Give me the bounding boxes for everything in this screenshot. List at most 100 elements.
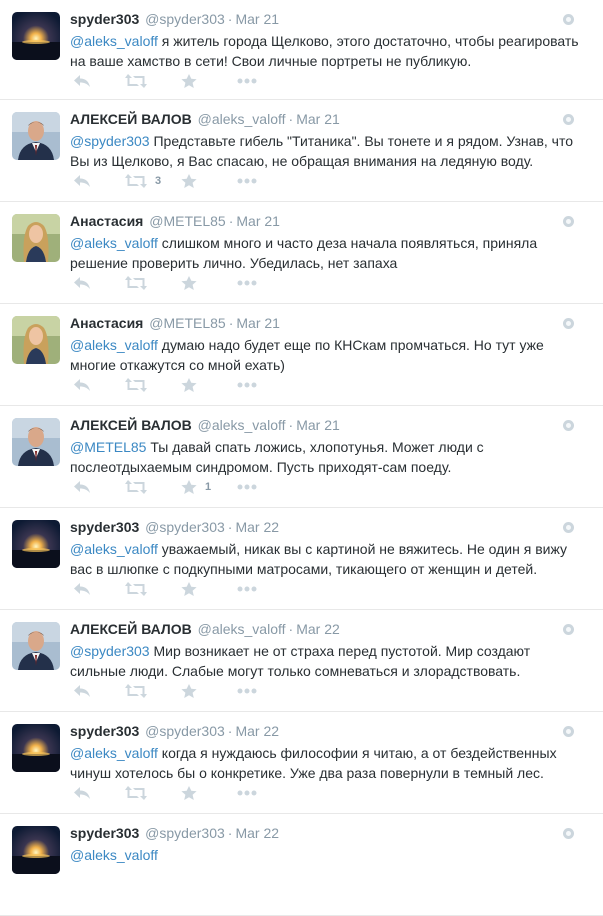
favorite-button[interactable] bbox=[181, 581, 237, 597]
author-handle[interactable]: @METEL85 bbox=[149, 315, 225, 331]
sunset-avatar[interactable] bbox=[12, 724, 60, 772]
favorite-button[interactable] bbox=[181, 377, 237, 393]
retweet-icon bbox=[125, 174, 147, 188]
timestamp[interactable]: Mar 21 bbox=[296, 111, 340, 127]
timestamp[interactable]: Mar 21 bbox=[235, 11, 279, 27]
more-options-icon[interactable] bbox=[563, 216, 574, 227]
more-button[interactable] bbox=[237, 790, 257, 796]
favorite-button[interactable]: 1 bbox=[181, 479, 237, 495]
reply-button[interactable] bbox=[73, 174, 125, 188]
more-button[interactable] bbox=[237, 382, 257, 388]
more-options-icon[interactable] bbox=[563, 318, 574, 329]
man-suit-avatar[interactable] bbox=[12, 112, 60, 160]
mention-link[interactable]: @spyder303 bbox=[70, 643, 150, 659]
more-options-icon[interactable] bbox=[563, 522, 574, 533]
mention-link[interactable]: @aleks_valoff bbox=[70, 33, 158, 49]
mention-link[interactable]: @spyder303 bbox=[70, 133, 150, 149]
woman-avatar[interactable] bbox=[12, 316, 60, 364]
separator: · bbox=[228, 213, 234, 229]
reply-button[interactable] bbox=[73, 582, 125, 596]
author-handle[interactable]: @spyder303 bbox=[145, 519, 225, 535]
reply-button[interactable] bbox=[73, 684, 125, 698]
ellipsis-icon bbox=[237, 484, 257, 490]
more-button[interactable] bbox=[237, 280, 257, 286]
sunset-avatar[interactable] bbox=[12, 520, 60, 568]
author-name[interactable]: АЛЕКСЕЙ ВАЛОВ bbox=[70, 417, 192, 433]
retweet-button[interactable] bbox=[125, 480, 181, 494]
timestamp[interactable]: Mar 22 bbox=[235, 825, 279, 841]
more-button[interactable] bbox=[237, 586, 257, 592]
more-button[interactable] bbox=[237, 688, 257, 694]
more-options-icon[interactable] bbox=[563, 828, 574, 839]
favorite-button[interactable] bbox=[181, 785, 237, 801]
star-icon bbox=[181, 683, 197, 698]
retweet-button[interactable] bbox=[125, 786, 181, 800]
retweet-button[interactable] bbox=[125, 378, 181, 392]
mention-link[interactable]: @METEL85 bbox=[70, 439, 146, 455]
mention-link[interactable]: @aleks_valoff bbox=[70, 847, 158, 863]
author-name[interactable]: АЛЕКСЕЙ ВАЛОВ bbox=[70, 111, 192, 127]
retweet-button[interactable] bbox=[125, 276, 181, 290]
tweet-header: spyder303 @spyder303 · Mar 22 bbox=[70, 519, 563, 536]
more-options-icon[interactable] bbox=[563, 420, 574, 431]
reply-icon bbox=[74, 379, 90, 391]
star-icon bbox=[181, 785, 197, 800]
man-suit-avatar[interactable] bbox=[12, 418, 60, 466]
more-options-icon[interactable] bbox=[563, 14, 574, 25]
tweet-text: @aleks_valoff bbox=[70, 845, 589, 865]
favorite-button[interactable] bbox=[181, 275, 237, 291]
retweet-button[interactable]: 3 bbox=[125, 174, 181, 188]
reply-button[interactable] bbox=[73, 74, 125, 88]
author-handle[interactable]: @aleks_valoff bbox=[198, 621, 286, 637]
retweet-button[interactable] bbox=[125, 582, 181, 596]
sunset-avatar[interactable] bbox=[12, 826, 60, 874]
author-handle[interactable]: @METEL85 bbox=[149, 213, 225, 229]
separator: · bbox=[227, 723, 233, 739]
tweet-actions bbox=[73, 683, 257, 699]
author-name[interactable]: spyder303 bbox=[70, 11, 139, 27]
author-name[interactable]: Анастасия bbox=[70, 315, 143, 331]
reply-button[interactable] bbox=[73, 378, 125, 392]
reply-button[interactable] bbox=[73, 276, 125, 290]
tweet-text: @aleks_valoff думаю надо будет еще по КН… bbox=[70, 335, 589, 375]
more-options-icon[interactable] bbox=[563, 726, 574, 737]
mention-link[interactable]: @aleks_valoff bbox=[70, 235, 158, 251]
favorite-button[interactable] bbox=[181, 173, 237, 189]
author-name[interactable]: spyder303 bbox=[70, 825, 139, 841]
timestamp[interactable]: Mar 22 bbox=[235, 519, 279, 535]
timestamp[interactable]: Mar 22 bbox=[296, 621, 340, 637]
reply-button[interactable] bbox=[73, 786, 125, 800]
mention-link[interactable]: @aleks_valoff bbox=[70, 337, 158, 353]
author-name[interactable]: spyder303 bbox=[70, 519, 139, 535]
reply-button[interactable] bbox=[73, 480, 125, 494]
mention-link[interactable]: @aleks_valoff bbox=[70, 745, 158, 761]
author-name[interactable]: Анастасия bbox=[70, 213, 143, 229]
woman-avatar[interactable] bbox=[12, 214, 60, 262]
retweet-button[interactable] bbox=[125, 684, 181, 698]
star-icon bbox=[181, 479, 197, 494]
timestamp[interactable]: Mar 22 bbox=[235, 723, 279, 739]
timestamp[interactable]: Mar 21 bbox=[296, 417, 340, 433]
author-handle[interactable]: @aleks_valoff bbox=[198, 417, 286, 433]
author-name[interactable]: spyder303 bbox=[70, 723, 139, 739]
mention-link[interactable]: @aleks_valoff bbox=[70, 541, 158, 557]
more-options-icon[interactable] bbox=[563, 624, 574, 635]
sunset-avatar[interactable] bbox=[12, 12, 60, 60]
author-handle[interactable]: @spyder303 bbox=[145, 723, 225, 739]
more-button[interactable] bbox=[237, 484, 257, 490]
author-handle[interactable]: @aleks_valoff bbox=[198, 111, 286, 127]
separator: · bbox=[288, 111, 294, 127]
retweet-icon bbox=[125, 480, 147, 494]
author-handle[interactable]: @spyder303 bbox=[145, 11, 225, 27]
retweet-button[interactable] bbox=[125, 74, 181, 88]
favorite-button[interactable] bbox=[181, 73, 237, 89]
more-button[interactable] bbox=[237, 78, 257, 84]
timestamp[interactable]: Mar 21 bbox=[236, 315, 280, 331]
author-handle[interactable]: @spyder303 bbox=[145, 825, 225, 841]
more-button[interactable] bbox=[237, 178, 257, 184]
timestamp[interactable]: Mar 21 bbox=[236, 213, 280, 229]
favorite-button[interactable] bbox=[181, 683, 237, 699]
man-suit-avatar[interactable] bbox=[12, 622, 60, 670]
more-options-icon[interactable] bbox=[563, 114, 574, 125]
author-name[interactable]: АЛЕКСЕЙ ВАЛОВ bbox=[70, 621, 192, 637]
